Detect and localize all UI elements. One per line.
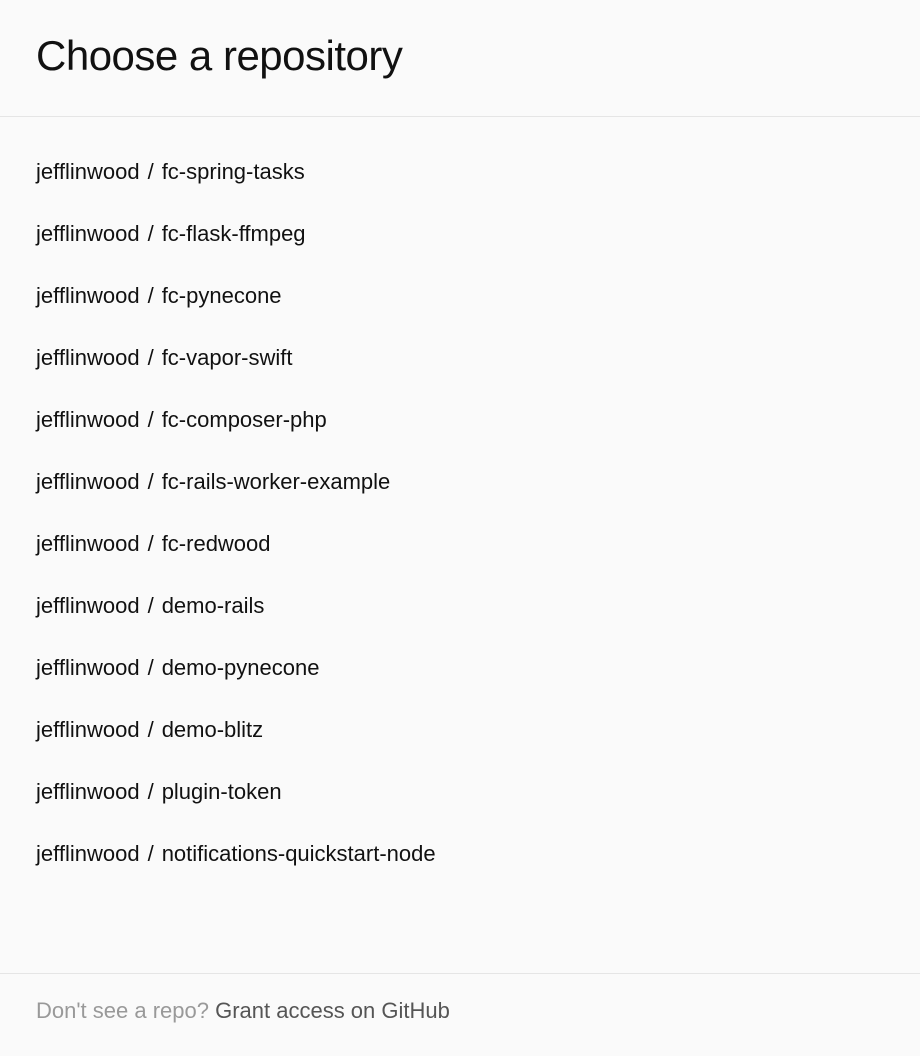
footer: Don't see a repo? Grant access on GitHub bbox=[0, 973, 920, 1056]
repository-separator: / bbox=[148, 345, 154, 371]
repository-item[interactable]: jefflinwood / notifications-quickstart-n… bbox=[36, 823, 884, 885]
repository-name: fc-flask-ffmpeg bbox=[162, 221, 306, 247]
repository-item[interactable]: jefflinwood / fc-composer-php bbox=[36, 389, 884, 451]
repository-owner: jefflinwood bbox=[36, 407, 140, 433]
page-title: Choose a repository bbox=[36, 32, 884, 80]
repository-name: notifications-quickstart-node bbox=[162, 841, 436, 867]
repository-owner: jefflinwood bbox=[36, 655, 140, 681]
repository-owner: jefflinwood bbox=[36, 345, 140, 371]
repository-name: demo-blitz bbox=[162, 717, 263, 743]
repository-owner: jefflinwood bbox=[36, 717, 140, 743]
repository-name: fc-pynecone bbox=[162, 283, 282, 309]
repository-owner: jefflinwood bbox=[36, 841, 140, 867]
repository-separator: / bbox=[148, 779, 154, 805]
repository-owner: jefflinwood bbox=[36, 531, 140, 557]
grant-access-link[interactable]: Grant access on GitHub bbox=[215, 998, 450, 1023]
repository-name: fc-rails-worker-example bbox=[162, 469, 391, 495]
repository-owner: jefflinwood bbox=[36, 283, 140, 309]
footer-prompt: Don't see a repo? bbox=[36, 998, 215, 1023]
repository-separator: / bbox=[148, 717, 154, 743]
repository-item[interactable]: jefflinwood / fc-spring-tasks bbox=[36, 141, 884, 203]
repository-name: fc-redwood bbox=[162, 531, 271, 557]
repository-name: plugin-token bbox=[162, 779, 282, 805]
repository-name: fc-spring-tasks bbox=[162, 159, 305, 185]
repository-separator: / bbox=[148, 593, 154, 619]
repository-separator: / bbox=[148, 655, 154, 681]
repository-owner: jefflinwood bbox=[36, 221, 140, 247]
repository-name: fc-composer-php bbox=[162, 407, 327, 433]
repository-name: fc-vapor-swift bbox=[162, 345, 293, 371]
repository-item[interactable]: jefflinwood / plugin-token bbox=[36, 761, 884, 823]
repository-item[interactable]: jefflinwood / fc-redwood bbox=[36, 513, 884, 575]
repository-item[interactable]: jefflinwood / demo-rails bbox=[36, 575, 884, 637]
repository-owner: jefflinwood bbox=[36, 593, 140, 619]
repository-item[interactable]: jefflinwood / fc-vapor-swift bbox=[36, 327, 884, 389]
repository-separator: / bbox=[148, 283, 154, 309]
repository-separator: / bbox=[148, 407, 154, 433]
repository-item[interactable]: jefflinwood / demo-pynecone bbox=[36, 637, 884, 699]
repository-separator: / bbox=[148, 469, 154, 495]
repository-list: jefflinwood / fc-spring-tasks jefflinwoo… bbox=[0, 117, 920, 885]
repository-name: demo-rails bbox=[162, 593, 265, 619]
repository-owner: jefflinwood bbox=[36, 159, 140, 185]
repository-separator: / bbox=[148, 159, 154, 185]
repository-item[interactable]: jefflinwood / fc-pynecone bbox=[36, 265, 884, 327]
repository-owner: jefflinwood bbox=[36, 779, 140, 805]
header: Choose a repository bbox=[0, 0, 920, 117]
repository-item[interactable]: jefflinwood / fc-rails-worker-example bbox=[36, 451, 884, 513]
repository-item[interactable]: jefflinwood / demo-blitz bbox=[36, 699, 884, 761]
repository-owner: jefflinwood bbox=[36, 469, 140, 495]
repository-name: demo-pynecone bbox=[162, 655, 320, 681]
repository-item[interactable]: jefflinwood / fc-flask-ffmpeg bbox=[36, 203, 884, 265]
repository-separator: / bbox=[148, 841, 154, 867]
repository-separator: / bbox=[148, 221, 154, 247]
repository-separator: / bbox=[148, 531, 154, 557]
